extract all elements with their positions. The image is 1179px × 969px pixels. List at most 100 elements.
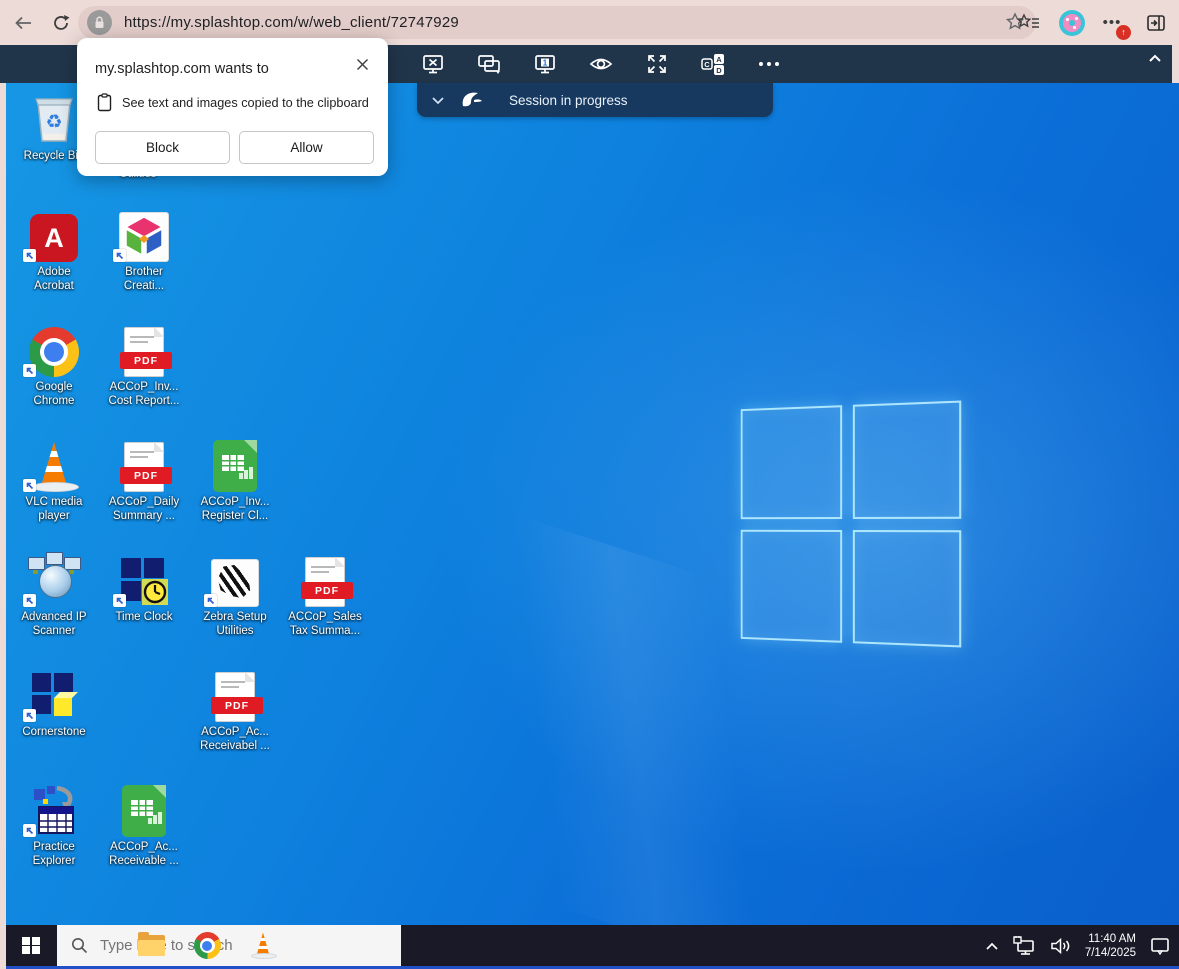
desktop-icon-sheet-register[interactable]: ACCoP_Inv...Register Cl... bbox=[190, 434, 280, 523]
site-info-button[interactable] bbox=[87, 10, 112, 35]
browser-menu-button[interactable]: ••• ↑ bbox=[1099, 10, 1125, 36]
action-center-button[interactable] bbox=[1149, 925, 1171, 966]
desktop-icon-pdf-receivable[interactable]: PDF ACCoP_Ac...Receivabel ... bbox=[190, 664, 280, 753]
pdf-file-icon: PDF bbox=[124, 442, 164, 492]
vlc-icon bbox=[31, 442, 77, 492]
desktop-icon-adobe-acrobat[interactable]: A AdobeAcrobat bbox=[9, 204, 99, 293]
pdf-file-icon: PDF bbox=[305, 557, 345, 607]
icon-label: ACCoP_SalesTax Summa... bbox=[280, 610, 370, 638]
desktop-icon-cornerstone[interactable]: Cornerstone bbox=[9, 664, 99, 739]
icon-label: ACCoP_Inv...Cost Report... bbox=[99, 380, 189, 408]
icon-label: ACCoP_Inv...Register Cl... bbox=[190, 495, 280, 523]
icon-label: ACCoP_DailySummary ... bbox=[99, 495, 189, 523]
clock[interactable]: 11:40 AM 7/14/2025 bbox=[1085, 932, 1136, 960]
icon-label: PracticeExplorer bbox=[9, 840, 99, 868]
network-tray-button[interactable] bbox=[1013, 925, 1037, 966]
wallpaper-light-beam bbox=[152, 433, 1119, 969]
desktop-icon-pdf-daily-summary[interactable]: PDF ACCoP_DailySummary ... bbox=[99, 434, 189, 523]
cad-keys-icon: C A D bbox=[700, 52, 726, 76]
chevron-up-icon bbox=[984, 940, 1000, 952]
monitor-close-icon bbox=[421, 52, 445, 76]
favorites-list-icon bbox=[1016, 13, 1040, 33]
chrome-icon bbox=[29, 327, 79, 377]
dialog-close-button[interactable] bbox=[352, 54, 372, 74]
chevron-up-icon bbox=[1146, 51, 1164, 65]
icon-label: Advanced IPScanner bbox=[9, 610, 99, 638]
svg-text:A: A bbox=[716, 55, 722, 64]
eye-icon bbox=[588, 52, 614, 76]
clipboard-icon bbox=[97, 93, 112, 112]
back-arrow-icon bbox=[14, 15, 33, 31]
svg-text:C: C bbox=[704, 60, 710, 69]
splashtop-logo-icon bbox=[457, 88, 487, 112]
session-status-text: Session in progress bbox=[509, 93, 628, 108]
desktop-icon-time-clock[interactable]: Time Clock bbox=[99, 549, 189, 624]
chrome-icon bbox=[194, 932, 221, 959]
taskbar-search[interactable] bbox=[57, 925, 401, 966]
system-tray: 11:40 AM 7/14/2025 bbox=[984, 925, 1171, 966]
volume-tray-button[interactable] bbox=[1050, 925, 1072, 966]
view-options-button[interactable] bbox=[588, 51, 614, 77]
shortcut-arrow-icon bbox=[23, 479, 36, 492]
desktop-icon-pdf-cost-report[interactable]: PDF ACCoP_Inv...Cost Report... bbox=[99, 319, 189, 408]
close-icon bbox=[356, 58, 369, 71]
desktop-icon-zebra-setup[interactable]: Zebra SetupUtilities bbox=[190, 549, 280, 638]
shortcut-arrow-icon bbox=[23, 249, 36, 262]
desktop-icon-advanced-ip-scanner[interactable]: Advanced IPScanner bbox=[9, 549, 99, 638]
back-button[interactable] bbox=[6, 6, 40, 40]
shortcut-arrow-icon bbox=[113, 594, 126, 607]
dialog-title: my.splashtop.com wants to bbox=[95, 61, 269, 77]
pdf-file-icon: PDF bbox=[215, 672, 255, 722]
icon-label: Time Clock bbox=[99, 610, 189, 624]
more-options-button[interactable] bbox=[756, 51, 782, 77]
desktop-icon-brother-creative[interactable]: BrotherCreati... bbox=[99, 204, 189, 293]
shortcut-arrow-icon bbox=[23, 364, 36, 377]
update-badge-icon: ↑ bbox=[1116, 25, 1131, 40]
session-status-bar[interactable]: Session in progress bbox=[417, 83, 773, 117]
collapse-toolbar-button[interactable] bbox=[1146, 51, 1164, 70]
notification-icon bbox=[1149, 936, 1171, 956]
shortcut-arrow-icon bbox=[23, 709, 36, 722]
icon-label: AdobeAcrobat bbox=[9, 265, 99, 293]
file-explorer-icon bbox=[138, 935, 165, 956]
shortcut-arrow-icon bbox=[23, 594, 36, 607]
svg-text:♻: ♻ bbox=[45, 112, 62, 133]
vlc-icon bbox=[251, 933, 275, 959]
switch-monitor-button[interactable] bbox=[476, 51, 502, 77]
windows-start-icon bbox=[22, 937, 40, 955]
icon-label: VLC mediaplayer bbox=[9, 495, 99, 523]
shortcut-arrow-icon bbox=[113, 249, 126, 262]
ellipsis-icon bbox=[756, 52, 782, 76]
date-text: 7/14/2025 bbox=[1085, 946, 1136, 960]
shortcut-arrow-icon bbox=[204, 594, 217, 607]
refresh-icon bbox=[52, 14, 70, 32]
tray-expand-button[interactable] bbox=[984, 925, 1000, 966]
refresh-button[interactable] bbox=[44, 6, 78, 40]
lock-icon bbox=[94, 16, 105, 29]
windows-wallpaper-logo bbox=[741, 401, 961, 648]
icon-label: Cornerstone bbox=[9, 725, 99, 739]
address-bar[interactable]: https://my.splashtop.com/w/web_client/72… bbox=[78, 6, 1036, 39]
svg-text:D: D bbox=[716, 66, 722, 75]
desktop-icon-pdf-sales-tax[interactable]: PDF ACCoP_SalesTax Summa... bbox=[280, 549, 370, 638]
icon-label: BrotherCreati... bbox=[99, 265, 189, 293]
sidebar-toggle-button[interactable] bbox=[1139, 6, 1173, 40]
brother-creative-icon bbox=[119, 212, 169, 262]
fullscreen-button[interactable] bbox=[644, 51, 670, 77]
start-button[interactable] bbox=[6, 925, 56, 966]
spreadsheet-file-icon bbox=[213, 440, 257, 492]
desktop-icon-vlc[interactable]: VLC mediaplayer bbox=[9, 434, 99, 523]
desktop-icon-sheet-receivable[interactable]: ACCoP_Ac...Receivable ... bbox=[99, 779, 189, 868]
allow-button[interactable]: Allow bbox=[239, 131, 374, 164]
desktop-icon-google-chrome[interactable]: GoogleChrome bbox=[9, 319, 99, 408]
extension-avatar-icon[interactable] bbox=[1059, 10, 1085, 36]
ctrl-alt-del-button[interactable]: C A D bbox=[700, 51, 726, 77]
clipboard-permission-dialog: my.splashtop.com wants to See text and i… bbox=[77, 38, 388, 176]
desktop-icon-practice-explorer[interactable]: PracticeExplorer bbox=[9, 779, 99, 868]
collections-button[interactable] bbox=[1011, 6, 1045, 40]
zebra-icon bbox=[211, 559, 259, 607]
block-button[interactable]: Block bbox=[95, 131, 230, 164]
split-window-icon bbox=[1146, 14, 1166, 32]
disconnect-session-button[interactable] bbox=[420, 51, 446, 77]
monitor-select-button[interactable]: 1 bbox=[532, 51, 558, 77]
